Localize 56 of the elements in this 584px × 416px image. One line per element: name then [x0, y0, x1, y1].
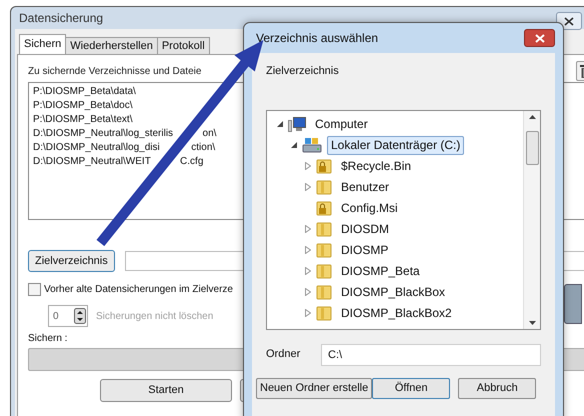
- dialog-title: Verzeichnis auswählen: [256, 30, 378, 47]
- tree-item[interactable]: DIOSMP: [337, 240, 392, 260]
- dialog-button[interactable]: Neuen Ordner erstelle: [256, 378, 372, 398]
- list-item-end: on\: [202, 127, 216, 141]
- list-item[interactable]: P:\DIOSMP_Beta\data\: [33, 85, 136, 99]
- close-icon: [534, 34, 544, 42]
- collapsed-caret-icon[interactable]: [305, 309, 311, 317]
- tree-item[interactable]: DIOSMP_BlackBox: [337, 282, 450, 302]
- spin-label: Sicherungen nicht löschen: [96, 310, 214, 324]
- collapsed-caret-icon[interactable]: [305, 162, 311, 170]
- dialog-caption: Zielverzeichnis: [266, 64, 339, 79]
- list-item[interactable]: D:\DIOSMP_Neutral\log_disi: [33, 141, 160, 155]
- list-item[interactable]: P:\DIOSMP_Beta\doc\: [33, 99, 132, 113]
- tree-item[interactable]: $Recycle.Bin: [337, 156, 416, 176]
- scroll-down-icon[interactable]: [528, 320, 536, 324]
- scroll-up-icon[interactable]: [528, 114, 536, 118]
- tree-item[interactable]: DIOSDM: [337, 220, 393, 238]
- list-item-end: ction\: [191, 141, 216, 155]
- checkbox[interactable]: [28, 283, 41, 296]
- collapsed-caret-icon[interactable]: [305, 183, 311, 191]
- tree-item[interactable]: Lokaler Datenträger (C:): [327, 136, 464, 154]
- close-button[interactable]: [556, 12, 582, 30]
- collapsed-caret-icon[interactable]: [305, 267, 311, 275]
- collapsed-caret-icon[interactable]: [305, 288, 311, 296]
- window-title: Datensicherung: [19, 10, 104, 27]
- tree-item[interactable]: DIOSMP_BlackBox2: [337, 304, 456, 322]
- list-item[interactable]: P:\DIOSMP_Beta\text\: [33, 113, 132, 127]
- list-item[interactable]: D:\DIOSMP_Neutral\log_sterilis: [33, 127, 174, 141]
- dialog-button[interactable]: Öffnen: [372, 378, 450, 398]
- tree-item[interactable]: Config.Msi: [337, 198, 402, 218]
- files-label: Zu sichernde Verzeichnisse und Dateie: [28, 64, 202, 78]
- computer-icon: [288, 116, 306, 132]
- progress-label: Sichern :: [28, 332, 68, 346]
- expanded-caret-icon[interactable]: [277, 121, 283, 127]
- tree-item[interactable]: DIOSMP_Beta: [337, 262, 424, 280]
- checkbox-label: Vorher alte Datensicherungen im Zielverze: [44, 283, 233, 297]
- list-item-end: C.cfg: [180, 155, 204, 169]
- tab[interactable]: Sichern: [19, 34, 66, 54]
- collapsed-caret-icon[interactable]: [305, 246, 311, 254]
- start-button[interactable]: Starten: [100, 379, 232, 402]
- expanded-caret-icon[interactable]: [291, 142, 297, 148]
- tree-item[interactable]: Computer: [311, 114, 372, 134]
- close-button[interactable]: [524, 29, 555, 47]
- dialog-button[interactable]: Abbruch: [458, 378, 536, 398]
- scroll-thumb[interactable]: [526, 130, 538, 164]
- tab[interactable]: Wiederherstellen: [65, 37, 158, 54]
- tab[interactable]: Protokoll: [156, 37, 210, 54]
- drive-icon: [302, 137, 322, 153]
- scrollbar[interactable]: [523, 110, 540, 328]
- list-item[interactable]: D:\DIOSMP_Neutral\WEIT: [33, 155, 151, 169]
- target-button[interactable]: Zielverzeichnis: [28, 250, 115, 272]
- collapsed-caret-icon[interactable]: [305, 225, 311, 233]
- tree-item[interactable]: Benutzer: [337, 178, 394, 196]
- folder-label: Ordner: [266, 347, 300, 362]
- folder-field[interactable]: C:\: [321, 344, 541, 366]
- close-icon: [564, 16, 574, 26]
